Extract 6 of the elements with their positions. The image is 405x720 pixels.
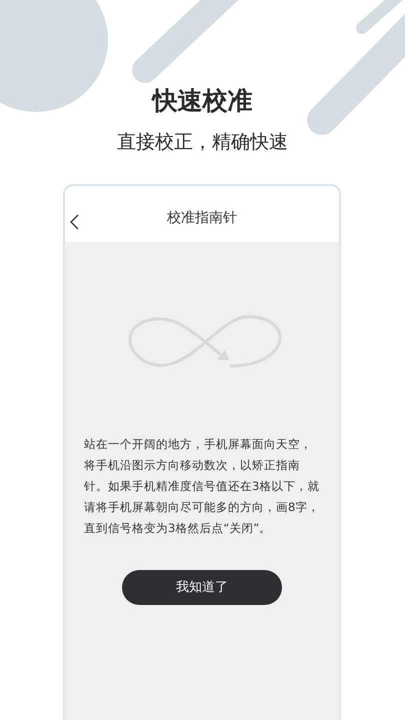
screen-title: 校准指南针 — [167, 208, 237, 228]
instruction-text: 站在一个开阔的地方，手机屏幕面向天空，将手机沿图示方向移动数次，以矫正指南针。如果手机精准度信号值还在3格以下，就请将手机屏幕朝向尽可能多的方向，画8字，直到信号格变为3格然后点“关闭”。 — [84, 436, 320, 537]
got-it-button[interactable]: 我知道了 — [122, 570, 282, 605]
subheadline: 直接校正，精确快速 — [117, 130, 288, 154]
back-icon[interactable] — [69, 214, 79, 230]
headline: 快速校准 — [152, 86, 252, 116]
